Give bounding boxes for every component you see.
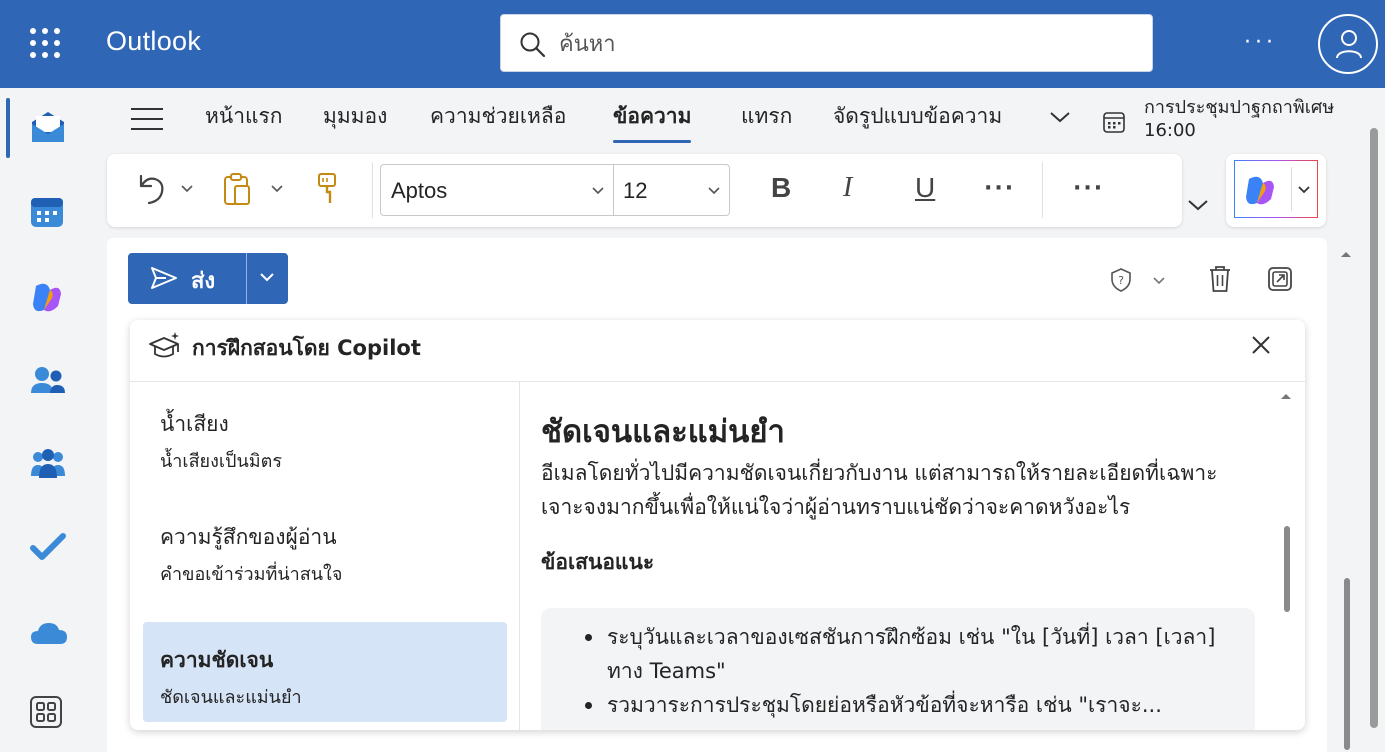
calendar-small-icon bbox=[1103, 112, 1125, 133]
suggestion-item: ระบุวันและเวลาของเซสชันการฝึกซ้อม เช่น "… bbox=[585, 620, 1250, 688]
coaching-cap-icon bbox=[149, 332, 179, 358]
category-reader-sentiment[interactable]: ความรู้สึกของผู้อ่าน คำขอเข้าร่วมที่น่าส… bbox=[143, 499, 507, 599]
font-size-select[interactable]: 12 bbox=[623, 178, 647, 204]
category-title: ความชัดเจน bbox=[160, 648, 274, 672]
close-icon[interactable] bbox=[1251, 335, 1271, 355]
bold-button[interactable]: B bbox=[771, 172, 791, 204]
delete-icon[interactable] bbox=[1208, 265, 1232, 293]
send-icon bbox=[151, 267, 177, 289]
category-subtitle: น้ำเสียงเป็นมิตร bbox=[160, 451, 282, 472]
scrollbar-thumb[interactable] bbox=[1284, 526, 1290, 612]
coaching-title: การฝึกสอนโดย Copilot bbox=[192, 336, 421, 360]
divider bbox=[613, 165, 614, 215]
scroll-up-icon[interactable] bbox=[1340, 250, 1352, 258]
scroll-up-icon[interactable] bbox=[1280, 392, 1292, 400]
more-formatting-icon[interactable]: ··· bbox=[984, 176, 1015, 201]
upcoming-meeting-title[interactable]: การประชุมปาฐกถาพิเศษ bbox=[1144, 92, 1334, 121]
pop-out-icon[interactable] bbox=[1267, 266, 1293, 292]
onedrive-icon[interactable] bbox=[30, 620, 67, 654]
detail-description: อีเมลโดยทั่วไปมีความชัดเจนเกี่ยวกับงาน แ… bbox=[541, 461, 1218, 519]
people-icon[interactable] bbox=[30, 365, 65, 399]
suggestions-label: ข้อเสนอแนะ bbox=[541, 550, 655, 574]
send-button-group[interactable]: ส่ง bbox=[128, 253, 288, 304]
coaching-categories: น้ำเสียง น้ำเสียงเป็นมิตร ความรู้สึกของผ… bbox=[130, 382, 520, 730]
coaching-header: การฝึกสอนโดย Copilot bbox=[130, 320, 1305, 382]
category-tone[interactable]: น้ำเสียง น้ำเสียงเป็นมิตร bbox=[143, 386, 507, 486]
chevron-down-icon bbox=[260, 273, 274, 282]
upcoming-meeting-time[interactable]: 16:00 bbox=[1144, 120, 1196, 141]
sensitivity-shield-icon[interactable]: ? bbox=[1110, 268, 1132, 292]
app-title[interactable]: Outlook bbox=[106, 26, 201, 57]
chevron-down-icon[interactable] bbox=[707, 186, 721, 196]
chevron-down-icon[interactable] bbox=[1297, 185, 1311, 195]
tab-insert[interactable]: แทรก bbox=[741, 100, 792, 140]
tab-message[interactable]: ข้อความ bbox=[613, 100, 692, 143]
more-commands-icon[interactable]: ··· bbox=[1073, 176, 1104, 201]
chevron-down-icon[interactable] bbox=[1049, 110, 1071, 124]
tab-view[interactable]: มุมมอง bbox=[323, 100, 387, 140]
copilot-button[interactable] bbox=[1226, 154, 1326, 227]
chevron-down-icon[interactable] bbox=[1152, 276, 1166, 286]
format-painter-icon[interactable] bbox=[315, 172, 341, 206]
divider bbox=[372, 162, 373, 218]
paste-icon[interactable] bbox=[223, 172, 253, 206]
search-icon bbox=[520, 32, 546, 58]
todo-icon[interactable] bbox=[30, 532, 66, 566]
coaching-detail: ชัดเจนและแม่นยำ อีเมลโดยทั่วไปมีความชัดเ… bbox=[521, 382, 1305, 730]
person-icon bbox=[1336, 30, 1362, 59]
tab-format-text[interactable]: จัดรูปแบบข้อความ bbox=[833, 100, 1002, 140]
suggestions-list: ระบุวันและเวลาของเซสชันการฝึกซ้อม เช่น "… bbox=[585, 620, 1250, 722]
account-avatar[interactable] bbox=[1318, 14, 1378, 74]
send-button[interactable]: ส่ง bbox=[128, 253, 246, 304]
divider bbox=[1042, 162, 1043, 218]
calendar-icon[interactable] bbox=[30, 196, 64, 230]
tab-home[interactable]: หน้าแรก bbox=[205, 100, 283, 140]
more-options-icon[interactable]: ··· bbox=[1244, 30, 1277, 55]
mail-icon[interactable] bbox=[30, 110, 64, 144]
font-name-select[interactable]: Aptos bbox=[391, 178, 447, 204]
search-input[interactable] bbox=[559, 25, 1119, 63]
font-selector[interactable]: Aptos 12 bbox=[380, 164, 730, 216]
copilot-icon[interactable] bbox=[30, 280, 64, 314]
hamburger-menu-icon[interactable] bbox=[131, 108, 163, 130]
svg-text:?: ? bbox=[1118, 274, 1124, 287]
detail-title: ชัดเจนและแม่นยำ bbox=[541, 414, 785, 450]
category-subtitle: คำขอเข้าร่วมที่น่าสนใจ bbox=[160, 564, 343, 585]
send-options-dropdown[interactable] bbox=[247, 253, 288, 304]
category-subtitle: ชัดเจนและแม่นยำ bbox=[160, 687, 302, 708]
category-title: น้ำเสียง bbox=[160, 412, 229, 436]
top-bar: Outlook ··· bbox=[0, 0, 1385, 88]
apps-icon[interactable] bbox=[30, 696, 64, 730]
chevron-down-icon[interactable] bbox=[591, 186, 605, 196]
underline-button[interactable]: U bbox=[915, 172, 935, 204]
italic-button[interactable]: I bbox=[843, 172, 852, 204]
chevron-down-icon[interactable] bbox=[270, 184, 284, 194]
page-scrollbar-thumb[interactable] bbox=[1370, 128, 1378, 728]
divider bbox=[1291, 167, 1292, 211]
copilot-coaching-panel: การฝึกสอนโดย Copilot น้ำเสียง น้ำเสียงเป… bbox=[130, 320, 1305, 730]
suggestions-box: ระบุวันและเวลาของเซสชันการฝึกซ้อม เช่น "… bbox=[541, 608, 1255, 730]
category-title: ความรู้สึกของผู้อ่าน bbox=[160, 525, 337, 549]
copilot-icon bbox=[1246, 176, 1274, 205]
send-label: ส่ง bbox=[191, 269, 216, 294]
scrollbar-thumb[interactable] bbox=[1344, 578, 1350, 750]
app-launcher-icon[interactable] bbox=[30, 28, 60, 58]
chevron-down-icon[interactable] bbox=[1187, 198, 1209, 212]
chevron-down-icon[interactable] bbox=[180, 184, 194, 194]
tab-help[interactable]: ความช่วยเหลือ bbox=[430, 100, 566, 140]
suggestion-item: รวมวาระการประชุมโดยย่อหรือหัวข้อที่จะหาร… bbox=[585, 688, 1250, 722]
category-clarity[interactable]: ความชัดเจน ชัดเจนและแม่นยำ bbox=[143, 622, 507, 722]
search-box[interactable] bbox=[500, 14, 1153, 72]
teams-icon[interactable] bbox=[30, 448, 65, 482]
copilot-button-frame[interactable] bbox=[1234, 160, 1318, 218]
active-indicator bbox=[6, 98, 10, 158]
formatting-toolbar: Aptos 12 B I U ··· ··· bbox=[107, 154, 1182, 227]
undo-icon[interactable] bbox=[135, 172, 167, 206]
